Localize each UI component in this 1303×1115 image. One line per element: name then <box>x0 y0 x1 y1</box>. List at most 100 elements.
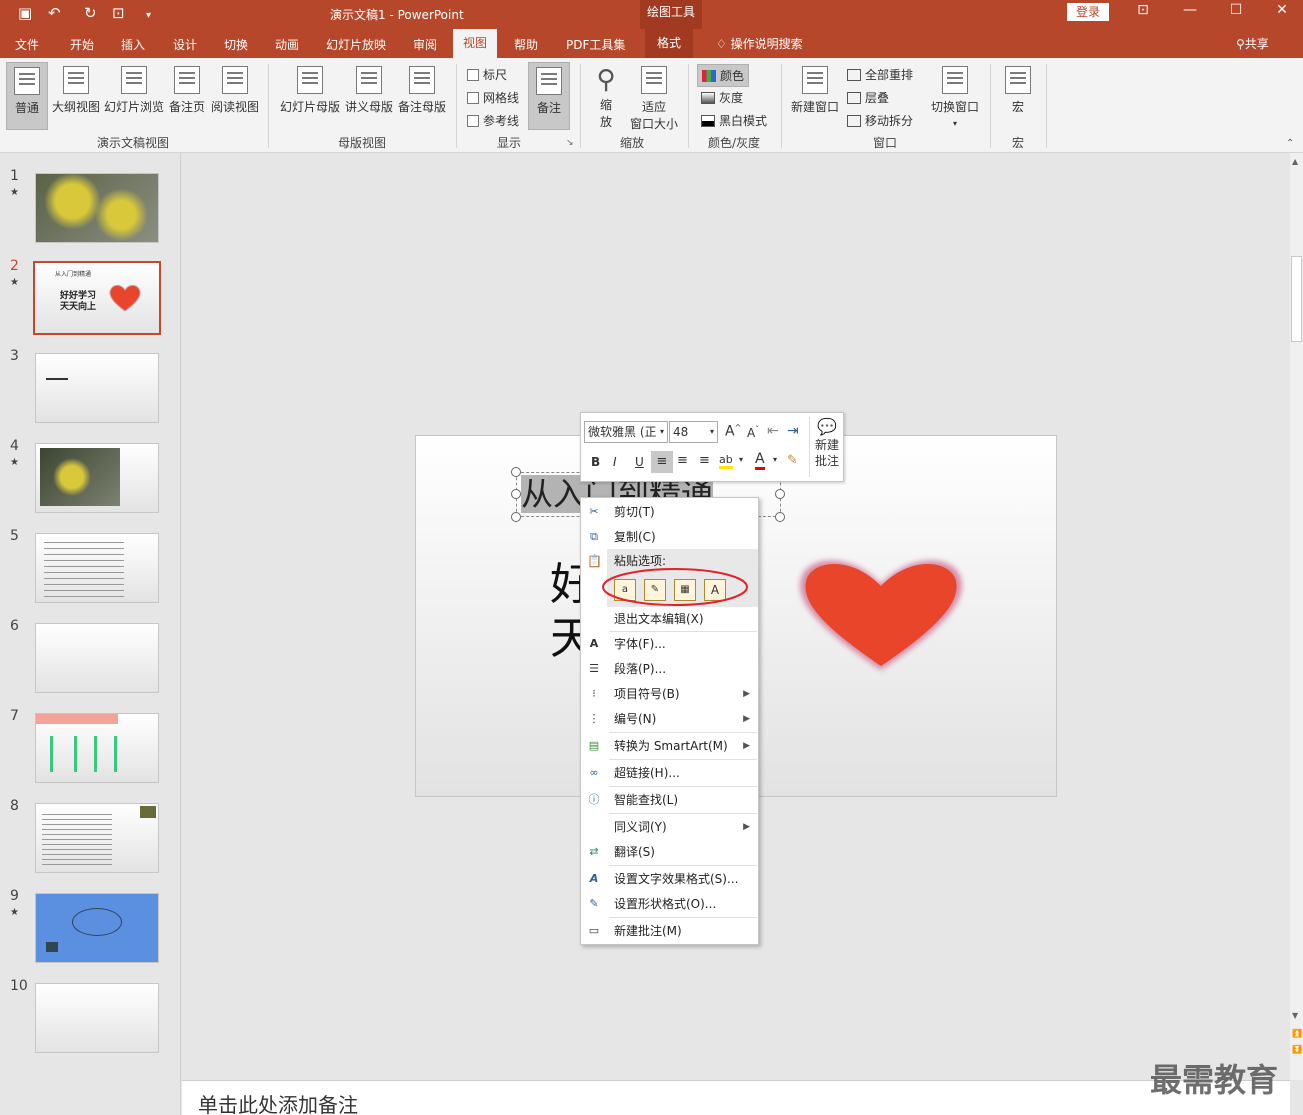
slide-thumbnail[interactable] <box>35 173 159 243</box>
tab-review[interactable]: 审阅 <box>413 36 437 53</box>
menu-item-font[interactable]: A 字体(F)... <box>581 632 758 656</box>
zoom-button[interactable]: ⚲ 缩放 <box>588 64 624 130</box>
menu-item-numbering[interactable]: ⋮ 编号(N) ▶ <box>581 707 758 731</box>
resize-handle[interactable] <box>511 512 521 522</box>
slide-master-button[interactable]: 幻灯片母版 <box>278 66 342 115</box>
menu-item-paragraph[interactable]: ☰ 段落(P)... <box>581 657 758 681</box>
align-center-icon[interactable]: ≡ <box>677 453 688 468</box>
tab-slideshow[interactable]: 幻灯片放映 <box>326 36 386 53</box>
tab-design[interactable]: 设计 <box>173 36 197 53</box>
slide-thumbnail[interactable] <box>35 713 159 783</box>
menu-item-translate[interactable]: ⇄ 翻译(S) <box>581 840 758 864</box>
scroll-up-icon[interactable]: ▲ <box>1292 157 1298 166</box>
new-comment-button[interactable]: 💬 新建 批注 <box>811 417 843 469</box>
menu-item-hyperlink[interactable]: ∞ 超链接(H)... <box>581 761 758 785</box>
tell-me-search[interactable]: ♢ 操作说明搜索 <box>716 35 803 52</box>
switch-windows-button[interactable]: 切换窗口 ▾ <box>928 66 982 129</box>
cascade-button[interactable]: 层叠 <box>847 89 889 106</box>
highlight-color-icon[interactable]: ab <box>719 453 733 469</box>
ruler-checkbox[interactable]: 标尺 <box>467 66 507 83</box>
redo-icon[interactable]: ↻ <box>84 4 97 22</box>
vertical-scrollbar[interactable]: ▲ ▼ ⏫ ⏬ <box>1290 153 1303 1080</box>
resize-handle[interactable] <box>775 489 785 499</box>
font-size-dropdown[interactable]: 48 ▾ <box>669 421 718 443</box>
shrink-font-icon[interactable]: Aˇ <box>747 425 759 440</box>
login-button[interactable]: 登录 <box>1067 3 1109 21</box>
dropdown-arrow-icon[interactable]: ▾ <box>773 455 777 464</box>
arrange-all-button[interactable]: 全部重排 <box>847 66 913 83</box>
resize-handle[interactable] <box>511 489 521 499</box>
minimize-icon[interactable]: — <box>1178 2 1202 18</box>
tab-animations[interactable]: 动画 <box>275 36 299 53</box>
tab-pdf-tools[interactable]: PDF工具集 <box>566 36 625 53</box>
move-split-button[interactable]: 移动拆分 <box>847 112 913 129</box>
next-slide-icon[interactable]: ⏬ <box>1292 1045 1302 1054</box>
decrease-indent-icon[interactable]: ⇤ <box>767 423 779 439</box>
slide-thumbnail[interactable] <box>35 893 159 963</box>
menu-item-format-shape[interactable]: ✎ 设置形状格式(O)... <box>581 892 758 916</box>
format-painter-icon[interactable]: ✎ <box>787 453 798 468</box>
resize-handle[interactable] <box>775 512 785 522</box>
dropdown-arrow-icon[interactable]: ▾ <box>739 455 743 464</box>
slide-thumbnail[interactable] <box>35 803 159 873</box>
menu-item-convert-smartart[interactable]: ▤ 转换为 SmartArt(M) ▶ <box>581 734 758 758</box>
tab-home[interactable]: 开始 <box>70 36 94 53</box>
collapse-ribbon-icon[interactable]: ⌃ <box>1286 138 1294 149</box>
grow-font-icon[interactable]: A^ <box>725 423 741 440</box>
ribbon-display-icon[interactable]: ⊡ <box>1131 2 1155 18</box>
grayscale-button[interactable]: 灰度 <box>701 89 743 106</box>
tab-insert[interactable]: 插入 <box>121 36 145 53</box>
scrollbar-thumb[interactable] <box>1291 256 1302 342</box>
maximize-icon[interactable]: ☐ <box>1224 2 1248 18</box>
share-button[interactable]: ⚲共享 <box>1236 35 1269 52</box>
slide-sorter-button[interactable]: 幻灯片浏览 <box>103 66 165 115</box>
slide-thumbnail[interactable] <box>35 443 159 513</box>
scroll-down-icon[interactable]: ▼ <box>1292 1011 1298 1020</box>
tab-help[interactable]: 帮助 <box>514 36 538 53</box>
menu-item-synonyms[interactable]: 同义词(Y) ▶ <box>581 815 758 839</box>
underline-button[interactable]: U <box>635 455 644 469</box>
save-icon[interactable]: ▣ <box>18 4 32 22</box>
font-color-icon[interactable]: A <box>755 451 765 470</box>
tab-transitions[interactable]: 切换 <box>224 36 248 53</box>
menu-item-smart-lookup[interactable]: ⓘ 智能查找(L) <box>581 788 758 812</box>
color-mode-button[interactable]: 颜色 <box>697 64 750 87</box>
notes-pane[interactable]: 单击此处添加备注 <box>182 1080 1290 1115</box>
gridlines-checkbox[interactable]: 网格线 <box>467 89 519 106</box>
fit-to-window-button[interactable]: 适应 窗口大小 <box>628 66 680 132</box>
macros-button[interactable]: 宏 <box>1000 66 1036 115</box>
align-left-icon[interactable]: ≡ <box>651 451 673 473</box>
slide-thumbnail[interactable] <box>35 623 159 693</box>
menu-item-text-effects[interactable]: A 设置文字效果格式(S)... <box>581 867 758 891</box>
font-name-dropdown[interactable]: 微软雅黑 (正 ▾ <box>584 421 668 443</box>
italic-button[interactable]: I <box>613 455 617 469</box>
tab-view[interactable]: 视图 <box>453 29 498 58</box>
dialog-launcher-icon[interactable]: ↘ <box>566 138 574 148</box>
undo-icon[interactable]: ↶ <box>48 4 61 22</box>
heart-shape[interactable] <box>792 554 970 676</box>
notes-page-button[interactable]: 备注页 <box>166 66 208 115</box>
tab-file[interactable]: 文件 <box>15 36 39 53</box>
tab-format[interactable]: 格式 <box>645 29 694 58</box>
notes-button[interactable]: 备注 <box>528 62 570 130</box>
bold-button[interactable]: B <box>591 455 600 469</box>
menu-item-exit-text-edit[interactable]: 退出文本编辑(X) <box>581 607 758 631</box>
close-icon[interactable]: ✕ <box>1270 2 1294 18</box>
present-icon[interactable]: ⊡ <box>112 4 125 22</box>
notes-master-button[interactable]: 备注母版 <box>396 66 448 115</box>
align-right-icon[interactable]: ≡ <box>699 453 710 468</box>
customize-qa-icon[interactable]: ▾ <box>146 7 151 25</box>
slide-thumbnail[interactable] <box>35 533 159 603</box>
previous-slide-icon[interactable]: ⏫ <box>1292 1029 1302 1038</box>
reading-view-button[interactable]: 阅读视图 <box>209 66 261 115</box>
slide-thumbnail[interactable] <box>35 983 159 1053</box>
slide-thumbnail-selected[interactable]: 从入门到精通 好好学习 天天向上 <box>33 261 161 335</box>
outline-view-button[interactable]: 大纲视图 <box>50 66 102 115</box>
black-white-button[interactable]: 黑白模式 <box>701 112 767 129</box>
increase-indent-icon[interactable]: ⇥ <box>787 423 799 439</box>
menu-item-bullets[interactable]: ⁝ 项目符号(B) ▶ <box>581 682 758 706</box>
menu-item-cut[interactable]: ✂ 剪切(T) <box>581 500 758 524</box>
new-window-button[interactable]: 新建窗口 <box>789 66 841 115</box>
menu-item-new-comment[interactable]: ▭ 新建批注(M) <box>581 919 758 943</box>
handout-master-button[interactable]: 讲义母版 <box>343 66 395 115</box>
